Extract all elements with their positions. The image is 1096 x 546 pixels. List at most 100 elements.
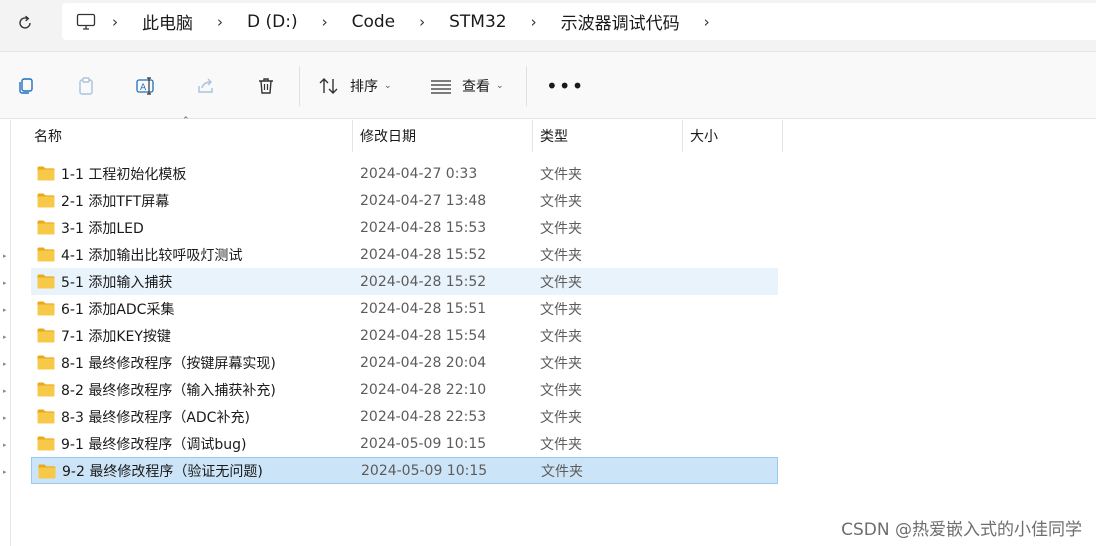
copy-button[interactable]: [12, 72, 40, 100]
folder-icon: [37, 355, 55, 370]
file-type: 文件夹: [541, 463, 583, 480]
folder-icon: [37, 409, 55, 424]
toolbar-divider: [299, 66, 300, 106]
breadcrumb-drive-d[interactable]: D (D:): [235, 12, 310, 32]
expand-arrow-icon[interactable]: ▸: [3, 441, 7, 449]
file-name: 8-2 最终修改程序（输入捕获补充): [61, 382, 276, 399]
file-date: 2024-04-28 15:54: [360, 327, 487, 344]
address-bar[interactable]: › 此电脑 › D (D:) › Code › STM32 › 示波器调试代码 …: [62, 3, 1096, 40]
file-type: 文件夹: [540, 436, 582, 453]
folder-icon: [37, 274, 55, 289]
file-type: 文件夹: [540, 382, 582, 399]
file-name: 8-1 最终修改程序（按键屏幕实现): [61, 355, 276, 372]
column-header-date-label: 修改日期: [360, 129, 416, 145]
column-header-type[interactable]: 类型: [533, 120, 683, 152]
folder-icon: [37, 193, 55, 208]
chevron-right-icon[interactable]: ›: [692, 13, 722, 31]
column-header-name[interactable]: 名称: [27, 120, 353, 152]
file-row[interactable]: 7-1 添加KEY按键 2024-04-28 15:54 文件夹: [31, 322, 778, 349]
file-type: 文件夹: [540, 166, 582, 183]
file-type: 文件夹: [540, 274, 582, 291]
file-name: 7-1 添加KEY按键: [61, 328, 171, 345]
file-date: 2024-05-09 10:15: [361, 462, 488, 479]
sort-menu-button[interactable]: 排序 ⌄: [318, 74, 392, 98]
folder-icon: [38, 464, 56, 479]
column-header-size[interactable]: 大小: [683, 120, 783, 152]
file-row[interactable]: 8-3 最终修改程序（ADC补充) 2024-04-28 22:53 文件夹: [31, 403, 778, 430]
file-date: 2024-04-27 0:33: [360, 165, 478, 182]
expand-arrow-icon[interactable]: ▸: [3, 468, 7, 476]
expand-arrow-icon[interactable]: ▸: [3, 279, 7, 287]
breadcrumb-code[interactable]: Code: [340, 12, 408, 32]
toolbar-divider: [526, 66, 527, 106]
file-name: 9-2 最终修改程序（验证无问题): [62, 463, 263, 480]
expand-arrow-icon[interactable]: ▸: [3, 387, 7, 395]
view-list-icon: [431, 80, 451, 94]
file-date: 2024-04-28 15:52: [360, 246, 487, 263]
expand-arrow-icon[interactable]: ▸: [3, 414, 7, 422]
column-header-date[interactable]: 修改日期: [353, 120, 533, 152]
chevron-right-icon[interactable]: ›: [407, 13, 437, 31]
expand-arrow-icon[interactable]: ▸: [3, 306, 7, 314]
file-date: 2024-04-28 15:52: [360, 273, 487, 290]
breadcrumb-stm32[interactable]: STM32: [437, 12, 518, 32]
file-date: 2024-04-28 15:51: [360, 300, 487, 317]
file-date: 2024-04-28 15:53: [360, 219, 487, 236]
rename-button[interactable]: A: [132, 72, 160, 100]
file-date: 2024-04-28 20:04: [360, 354, 487, 371]
folder-icon: [37, 382, 55, 397]
file-date: 2024-04-28 22:10: [360, 381, 487, 398]
file-name: 2-1 添加TFT屏幕: [61, 193, 170, 210]
sort-icon: [319, 78, 338, 94]
column-header-size-label: 大小: [690, 129, 718, 145]
file-name: 9-1 最终修改程序（调试bug): [61, 436, 247, 453]
file-row[interactable]: 5-1 添加输入捕获 2024-04-28 15:52 文件夹: [31, 268, 778, 295]
view-menu-button[interactable]: 查看 ⌄: [430, 74, 504, 98]
chevron-right-icon[interactable]: ›: [205, 13, 235, 31]
expand-arrow-icon[interactable]: ▸: [3, 252, 7, 260]
file-name: 4-1 添加输出比较呼吸灯测试: [61, 247, 243, 264]
folder-icon: [37, 166, 55, 181]
refresh-button[interactable]: [10, 8, 40, 38]
column-header-type-label: 类型: [540, 129, 568, 145]
delete-button[interactable]: [252, 72, 280, 100]
chevron-right-icon[interactable]: ›: [100, 13, 130, 31]
command-bar: A 排序 ⌄ 查看 ⌄ •••: [0, 52, 1096, 119]
file-name: 5-1 添加输入捕获: [61, 274, 173, 291]
folder-icon: [37, 301, 55, 316]
file-row[interactable]: 9-1 最终修改程序（调试bug) 2024-05-09 10:15 文件夹: [31, 430, 778, 457]
copy-icon: [19, 78, 33, 94]
file-row[interactable]: 6-1 添加ADC采集 2024-04-28 15:51 文件夹: [31, 295, 778, 322]
expand-arrow-icon[interactable]: ▸: [3, 360, 7, 368]
file-name: 6-1 添加ADC采集: [61, 301, 175, 318]
file-row[interactable]: 8-2 最终修改程序（输入捕获补充) 2024-04-28 22:10 文件夹: [31, 376, 778, 403]
more-options-button[interactable]: •••: [546, 74, 584, 98]
breadcrumb-this-pc[interactable]: 此电脑: [130, 9, 205, 34]
file-date: 2024-04-27 13:48: [360, 192, 487, 209]
folder-icon: [37, 247, 55, 262]
watermark-text: CSDN @热爱嵌入式的小佳同学: [841, 520, 1082, 540]
sort-label: 排序: [350, 79, 378, 95]
file-row[interactable]: 3-1 添加LED 2024-04-28 15:53 文件夹: [31, 214, 778, 241]
file-row[interactable]: 2-1 添加TFT屏幕 2024-04-27 13:48 文件夹: [31, 187, 778, 214]
paste-button[interactable]: [72, 72, 100, 100]
file-row[interactable]: 9-2 最终修改程序（验证无问题) 2024-05-09 10:15 文件夹: [31, 457, 778, 484]
expand-arrow-icon[interactable]: ▸: [3, 333, 7, 341]
share-button[interactable]: [192, 72, 220, 100]
chevron-right-icon[interactable]: ›: [519, 13, 549, 31]
file-type: 文件夹: [540, 247, 582, 264]
breadcrumb-current-folder[interactable]: 示波器调试代码: [549, 9, 692, 34]
file-type: 文件夹: [540, 301, 582, 318]
file-row[interactable]: 8-1 最终修改程序（按键屏幕实现) 2024-04-28 20:04 文件夹: [31, 349, 778, 376]
chevron-right-icon[interactable]: ›: [310, 13, 340, 31]
folder-icon: [37, 436, 55, 451]
folder-icon: [37, 220, 55, 235]
navigation-pane-edge[interactable]: ▸ ▸ ▸ ▸ ▸ ▸ ▸ ▸ ▸: [0, 120, 11, 546]
file-date: 2024-05-09 10:15: [360, 435, 487, 452]
file-row[interactable]: 4-1 添加输出比较呼吸灯测试 2024-04-28 15:52 文件夹: [31, 241, 778, 268]
chevron-down-icon: ⌄: [496, 81, 504, 91]
svg-text:A: A: [140, 83, 147, 93]
file-name: 8-3 最终修改程序（ADC补充): [61, 409, 250, 426]
chevron-down-icon: ⌄: [384, 81, 392, 91]
file-row[interactable]: 1-1 工程初始化模板 2024-04-27 0:33 文件夹: [31, 160, 778, 187]
